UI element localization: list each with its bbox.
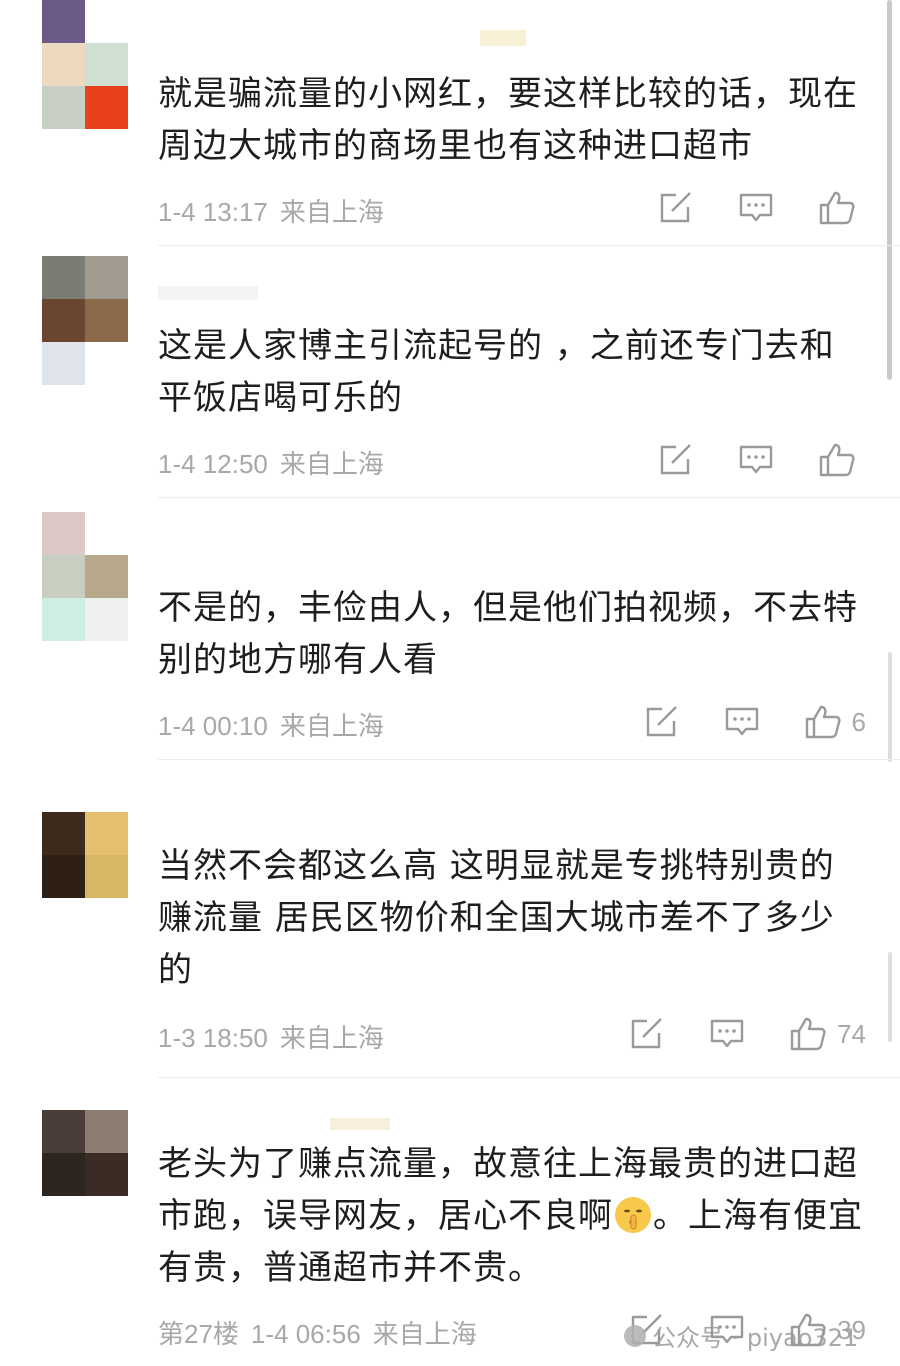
wechat-official-account-icon [624, 1324, 646, 1347]
comment-button[interactable] [738, 191, 774, 225]
like-button[interactable]: 74 [789, 1016, 866, 1052]
comment-location: 来自上海 [279, 197, 384, 227]
thumbs-up-icon [819, 443, 855, 477]
blurred-username [480, 30, 526, 46]
comment-text: 当然不会都这么高 这明显就是专挑特别贵的赚流量 居民区物价和全国大城市差不了多少… [158, 846, 835, 990]
comment-location: 来自上海 [279, 711, 384, 741]
repost-icon [646, 706, 677, 737]
like-button[interactable]: 6 [804, 704, 866, 740]
watermark: 公众号 · piyao321 [624, 1318, 858, 1353]
thumbs-up-icon [790, 1017, 826, 1051]
like-button[interactable] [818, 190, 866, 226]
comment-text: 不是的，丰俭由人，但是他们拍视频，不去特别的地方哪有人看 [158, 588, 858, 680]
avatar[interactable] [42, 812, 128, 898]
repost-icon [631, 1018, 662, 1049]
comment-date: 1-4 00:10 [158, 711, 268, 741]
comment-meta: 1-4 00:10 来自上海 [158, 706, 384, 743]
comment-icon [739, 193, 773, 222]
repost-button[interactable] [658, 443, 694, 477]
comment-location: 来自上海 [279, 449, 384, 479]
comment-icon [710, 1019, 744, 1048]
avatar[interactable] [42, 256, 128, 385]
repost-button[interactable] [658, 191, 694, 225]
shushing-face-emoji [615, 1197, 651, 1233]
comment-actions [614, 190, 866, 226]
comment-meta: 1-4 13:17 来自上海 [158, 192, 384, 229]
comment-item: 就是骗流量的小网红，要这样比较的话，现在周边大城市的商场里也有这种进口超市 1-… [0, 0, 900, 246]
blurred-username [330, 1118, 390, 1130]
comment-date: 1-4 13:17 [158, 197, 268, 227]
comment-text: 这是人家博主引流起号的 ，之前还专门去和平饭店喝可乐的 [158, 326, 835, 418]
comment-button[interactable] [738, 443, 774, 477]
comment-date: 1-3 18:50 [158, 1023, 268, 1053]
comment-item: 不是的，丰俭由人，但是他们拍视频，不去特别的地方哪有人看 1-4 00:10 来自… [0, 498, 900, 760]
comment-date: 1-4 06:56 [250, 1319, 361, 1349]
comment-floor: 第27楼 [158, 1319, 239, 1349]
watermark-label: 公众号 · piyao321 [652, 1324, 859, 1352]
repost-icon [660, 192, 691, 223]
blurred-username [158, 286, 258, 300]
comment-icon [725, 707, 758, 736]
comment-text: 老头为了赚点流量，故意往上海最贵的进口超市跑，误导网友，居心不良啊 。上海有便宜有… [158, 1138, 868, 1294]
repost-button[interactable] [644, 705, 680, 739]
comment-text: 就是骗流量的小网红，要这样比较的话，现在周边大城市的商场里也有这种进口超市 [158, 74, 858, 166]
comment-meta: 1-4 12:50 来自上海 [158, 444, 384, 481]
comment-actions: 74 [585, 1016, 866, 1052]
comment-location: 来自上海 [372, 1319, 477, 1349]
comment-meta: 1-3 18:50 来自上海 [158, 1018, 384, 1055]
avatar[interactable] [42, 1110, 128, 1196]
thumbs-up-icon [819, 191, 855, 225]
comment-item: 当然不会都这么高 这明显就是专挑特别贵的赚流量 居民区物价和全国大城市差不了多少… [0, 760, 900, 1078]
like-count: 74 [837, 1018, 866, 1049]
comment-button[interactable] [724, 705, 760, 739]
repost-icon [660, 444, 691, 475]
avatar[interactable] [42, 0, 128, 129]
thumbs-up-icon [805, 705, 841, 739]
comment-actions: 6 [600, 704, 866, 740]
comment-item: 这是人家博主引流起号的 ，之前还专门去和平饭店喝可乐的 1-4 12:50 来自上… [0, 246, 900, 498]
comment-button[interactable] [709, 1017, 745, 1051]
comment-date: 1-4 12:50 [158, 449, 268, 479]
avatar[interactable] [42, 512, 128, 641]
comment-icon [739, 445, 773, 474]
comment-actions [614, 442, 866, 478]
like-count: 6 [851, 706, 866, 737]
repost-button[interactable] [629, 1017, 665, 1051]
like-button[interactable] [818, 442, 866, 478]
comment-meta: 第27楼 1-4 06:56 来自上海 [158, 1314, 477, 1351]
comment-location: 来自上海 [279, 1023, 384, 1053]
